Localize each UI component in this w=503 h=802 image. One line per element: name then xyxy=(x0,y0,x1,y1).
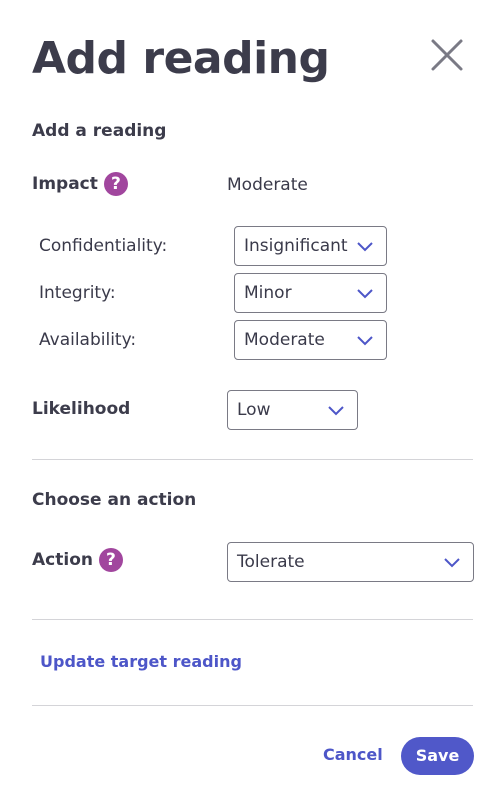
reading-section-heading: Add a reading xyxy=(32,121,167,141)
likelihood-selected-value: Low xyxy=(237,400,271,420)
close-icon xyxy=(431,39,463,71)
likelihood-select[interactable]: Low xyxy=(227,390,358,430)
close-button[interactable] xyxy=(430,38,464,72)
availability-selected-value: Moderate xyxy=(244,330,325,350)
chevron-down-icon xyxy=(356,286,374,300)
divider xyxy=(32,459,473,460)
chevron-down-icon xyxy=(327,403,345,417)
integrity-select[interactable]: Minor xyxy=(234,273,387,313)
chevron-down-icon xyxy=(356,239,374,253)
cancel-button[interactable]: Cancel xyxy=(323,745,383,764)
action-select[interactable]: Tolerate xyxy=(227,542,474,582)
availability-select[interactable]: Moderate xyxy=(234,320,387,360)
impact-value: Moderate xyxy=(227,175,308,195)
confidentiality-selected-value: Insignificant xyxy=(244,236,348,256)
action-label: Action xyxy=(32,550,93,570)
add-reading-dialog: Add reading Add a reading Impact ? Moder… xyxy=(0,0,503,802)
save-button[interactable]: Save xyxy=(401,737,474,775)
action-row-label: Action ? xyxy=(32,548,123,572)
integrity-selected-value: Minor xyxy=(244,283,292,303)
likelihood-row-label: Likelihood xyxy=(32,399,130,419)
confidentiality-select[interactable]: Insignificant xyxy=(234,226,387,266)
chevron-down-icon xyxy=(443,555,461,569)
confidentiality-label: Confidentiality: xyxy=(39,236,168,256)
divider xyxy=(32,619,473,620)
likelihood-label: Likelihood xyxy=(32,399,131,419)
update-target-reading-link[interactable]: Update target reading xyxy=(40,652,242,671)
integrity-label: Integrity: xyxy=(39,283,116,303)
action-selected-value: Tolerate xyxy=(237,552,305,572)
dialog-title: Add reading xyxy=(32,33,330,84)
action-help-icon[interactable]: ? xyxy=(98,548,123,572)
chevron-down-icon xyxy=(356,333,374,347)
action-section-heading: Choose an action xyxy=(32,490,197,510)
impact-row-label: Impact ? xyxy=(32,172,128,196)
divider xyxy=(32,705,473,706)
availability-label: Availability: xyxy=(39,330,137,350)
impact-label: Impact xyxy=(32,174,98,194)
impact-help-icon[interactable]: ? xyxy=(103,172,128,196)
